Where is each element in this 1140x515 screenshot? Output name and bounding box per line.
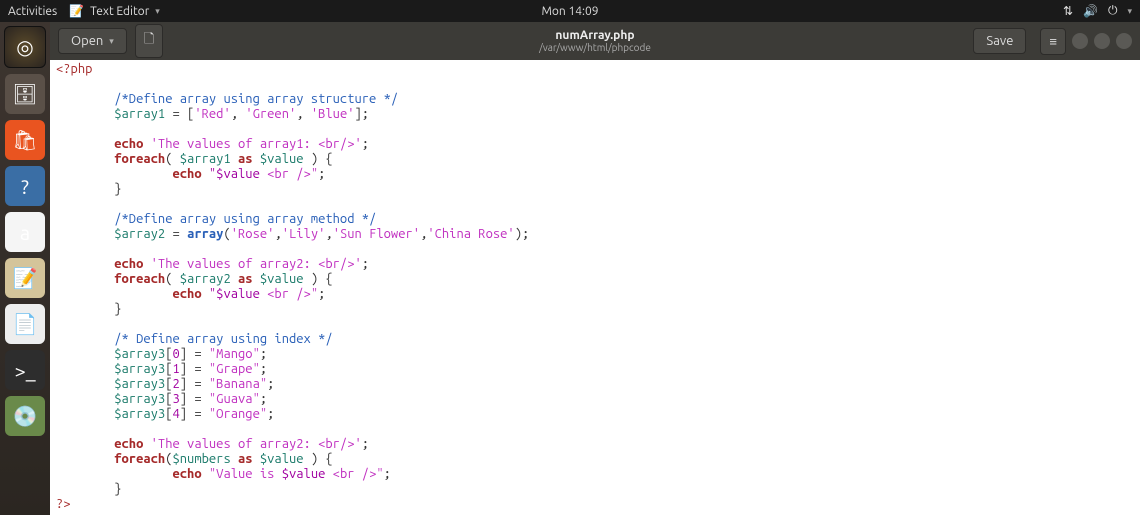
app-menu[interactable]: 📝 Text Editor ▾: [69, 4, 160, 18]
document-icon[interactable]: 📄: [5, 304, 45, 344]
system-menu-chevron-icon[interactable]: ▾: [1127, 6, 1132, 17]
code-token: $numbers: [173, 452, 231, 466]
code-token: 'China Rose': [427, 227, 514, 241]
chevron-down-icon: ▾: [155, 6, 160, 17]
code-token: $array2: [114, 227, 165, 241]
gnome-top-panel: Activities 📝 Text Editor ▾ Mon 14:09 ⇅ 🔊…: [0, 0, 1140, 22]
code-token: array: [187, 227, 223, 241]
code-token: 'Rose': [231, 227, 275, 241]
software-icon[interactable]: 🛍: [5, 120, 45, 160]
code-token: "Mango": [209, 347, 260, 361]
code-token: "$value <br />": [209, 167, 318, 181]
document-title: numArray.php: [539, 29, 651, 42]
code-token: "Guava": [209, 392, 260, 406]
code-token: as: [238, 152, 253, 166]
code-token: $array1: [180, 152, 231, 166]
code-token: foreach: [114, 452, 165, 466]
code-token: 'Blue': [311, 107, 355, 121]
maximize-button[interactable]: [1094, 33, 1110, 49]
code-token: 'Lily': [282, 227, 326, 241]
php-open-tag: <?php: [56, 62, 92, 76]
launcher-dock: ◎ 🗄 🛍 ? a 📝 📄 >_ 💿: [0, 22, 50, 515]
code-token: 3: [173, 392, 180, 406]
code-token: $array3: [114, 407, 165, 421]
app-menu-label: Text Editor: [90, 5, 149, 18]
comment: /* Define array using index */: [114, 332, 332, 346]
code-token: $array3: [114, 362, 165, 376]
code-token: 'The values of array2: <br/>': [151, 257, 362, 271]
new-tab-icon: 🗋: [144, 30, 154, 52]
code-token: 2: [173, 377, 180, 391]
hamburger-menu-button[interactable]: ≡: [1040, 28, 1066, 55]
editor-headerbar: Open ▾ 🗋 numArray.php /var/www/html/phpc…: [50, 22, 1140, 61]
code-token: echo: [114, 257, 143, 271]
code-token: "$value: [209, 287, 260, 301]
code-token: echo: [114, 437, 143, 451]
code-token: $array3: [114, 377, 165, 391]
code-token: <br />": [325, 467, 383, 481]
document-title-area: numArray.php /var/www/html/phpcode: [539, 29, 651, 53]
code-token: $value: [282, 467, 326, 481]
document-subtitle: /var/www/html/phpcode: [539, 42, 651, 53]
code-token: 0: [173, 347, 180, 361]
code-token: 'Sun Flower': [333, 227, 420, 241]
code-token: 'The values of array1: <br/>': [151, 137, 362, 151]
files-icon[interactable]: 🗄: [5, 74, 45, 114]
code-token: "Orange": [209, 407, 267, 421]
text-editor-icon: 📝: [69, 4, 84, 18]
code-editor[interactable]: <?php /*Define array using array structu…: [50, 60, 1140, 515]
terminal-icon[interactable]: >_: [5, 350, 45, 390]
close-button[interactable]: [1116, 33, 1132, 49]
hamburger-icon: ≡: [1049, 34, 1057, 49]
volume-icon[interactable]: 🔊: [1083, 4, 1098, 18]
code-token: as: [238, 452, 253, 466]
code-token: foreach: [114, 272, 165, 286]
code-token: $array2: [180, 272, 231, 286]
code-token: $array1: [114, 107, 165, 121]
save-button[interactable]: Save: [973, 28, 1026, 54]
network-icon[interactable]: ⇅: [1063, 4, 1073, 18]
code-token: <br />": [260, 287, 318, 301]
code-token: 'Green': [245, 107, 296, 121]
code-token: "Grape": [209, 362, 260, 376]
code-token: $value: [260, 452, 304, 466]
chevron-down-icon: ▾: [109, 36, 114, 47]
open-button-label: Open: [71, 34, 103, 48]
activities-button[interactable]: Activities: [8, 5, 57, 18]
code-token: foreach: [114, 152, 165, 166]
code-token: 1: [173, 362, 180, 376]
minimize-button[interactable]: [1072, 33, 1088, 49]
dash-icon[interactable]: ◎: [4, 26, 46, 68]
code-token: $array3: [114, 347, 165, 361]
code-token: "Value is: [209, 467, 282, 481]
code-token: $value: [260, 152, 304, 166]
disk-analyzer-icon[interactable]: 💿: [5, 396, 45, 436]
code-token: <br />": [260, 167, 318, 181]
clock[interactable]: Mon 14:09: [541, 5, 598, 18]
code-token: "$value <br />": [209, 287, 318, 301]
notes-icon[interactable]: 📝: [5, 258, 45, 298]
comment: /*Define array using array structure */: [114, 92, 398, 106]
code-token: 'Red': [194, 107, 230, 121]
code-token: $value: [260, 272, 304, 286]
code-token: echo: [172, 287, 201, 301]
code-token: echo: [172, 467, 201, 481]
code-token: echo: [172, 167, 201, 181]
code-token: 4: [173, 407, 180, 421]
php-close-tag: ?>: [56, 497, 71, 511]
code-token: "$value: [209, 167, 260, 181]
code-token: as: [238, 272, 253, 286]
help-icon[interactable]: ?: [5, 166, 45, 206]
new-tab-button[interactable]: 🗋: [135, 24, 163, 58]
code-token: "Banana": [209, 377, 267, 391]
open-button[interactable]: Open ▾: [58, 28, 127, 54]
comment: /*Define array using array method */: [114, 212, 376, 226]
code-token: 'The values of array2: <br/>': [151, 437, 362, 451]
code-token: echo: [114, 137, 143, 151]
code-token: "Value is $value <br />": [209, 467, 384, 481]
power-icon[interactable]: ⏻: [1108, 4, 1118, 18]
amazon-icon[interactable]: a: [5, 212, 45, 252]
code-token: $array3: [114, 392, 165, 406]
